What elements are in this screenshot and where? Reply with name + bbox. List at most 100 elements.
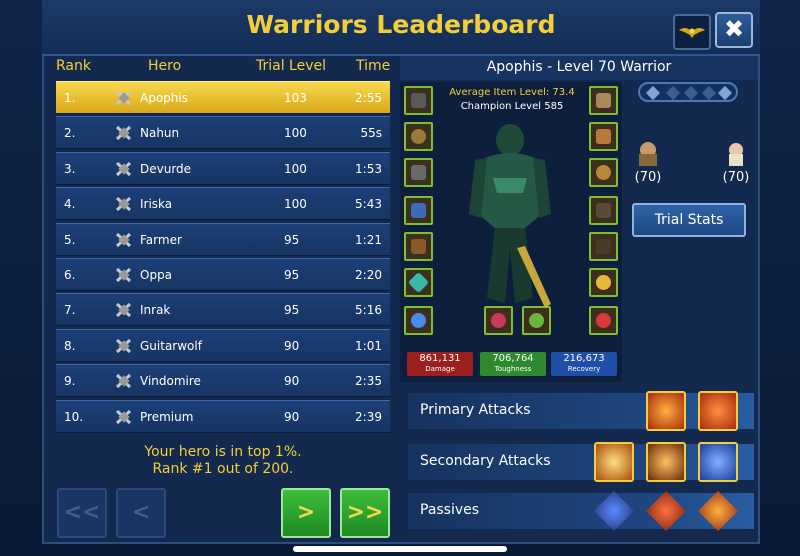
chest-slot[interactable] xyxy=(589,122,618,151)
warrior-class-icon xyxy=(115,197,132,212)
belt-slot[interactable] xyxy=(589,158,618,187)
gem-icon xyxy=(645,85,661,101)
recovery-value: 216,673 xyxy=(563,353,605,364)
leaderboard-row[interactable]: 7. Inrak 95 5:16 xyxy=(56,293,390,327)
leaderboard-row[interactable]: 8. Guitarwolf 90 1:01 xyxy=(56,328,390,362)
ally-2[interactable]: (70) xyxy=(716,140,756,185)
rank-summary: Your hero is in top 1%. Rank #1 out of 2… xyxy=(56,444,390,478)
leaderboard-row[interactable]: 5. Farmer 95 1:21 xyxy=(56,222,390,256)
fire-wave-icon[interactable] xyxy=(698,391,738,431)
toughness-stat: 706,764 Toughness xyxy=(480,352,546,376)
lightning-slash-icon[interactable] xyxy=(698,442,738,482)
row-rank: 2. xyxy=(64,126,76,141)
header-hero: Hero xyxy=(148,58,182,74)
row-rank: 10. xyxy=(64,409,84,424)
leaderboard-row[interactable]: 6. Oppa 95 2:20 xyxy=(56,258,390,291)
row-time: 1:53 xyxy=(355,161,382,176)
row-trial-level: 95 xyxy=(284,268,300,282)
fire-bombs-icon[interactable] xyxy=(594,442,634,482)
bracer-slot[interactable] xyxy=(404,196,433,225)
row-hero: Apophis xyxy=(140,91,188,105)
home-indicator[interactable] xyxy=(293,546,507,552)
row-hero: Farmer xyxy=(140,232,182,247)
leaderboard-row[interactable]: 4. Iriska 100 5:43 xyxy=(56,187,390,221)
ally-1-level: (70) xyxy=(634,170,662,185)
row-hero: Vindomire xyxy=(140,374,201,389)
fire-slash-icon[interactable] xyxy=(646,391,686,431)
page-title: Warriors Leaderboard xyxy=(246,10,556,39)
warrior-class-icon xyxy=(115,161,132,176)
row-hero: Iriska xyxy=(140,197,173,212)
row-hero: Guitarwolf xyxy=(140,338,202,353)
ring-slot-1[interactable] xyxy=(589,268,618,297)
ally-2-level: (70) xyxy=(722,170,750,185)
leaderboard-row[interactable]: 10. Premium 90 2:39 xyxy=(56,399,390,433)
ally-1[interactable]: (70) xyxy=(628,140,668,185)
row-rank: 1. xyxy=(64,91,76,105)
gloves-slot[interactable] xyxy=(404,232,433,261)
row-rank: 5. xyxy=(64,232,76,247)
recovery-label: Recovery xyxy=(567,365,601,373)
leaderboard-row[interactable]: 9. Vindomire 90 2:35 xyxy=(56,364,390,398)
row-trial-level: 95 xyxy=(284,303,300,318)
row-hero: Oppa xyxy=(140,268,173,282)
warrior-class-icon xyxy=(115,303,132,318)
warrior-class-icon xyxy=(115,374,132,389)
gem-slot[interactable] xyxy=(404,268,433,297)
gem-icon xyxy=(665,85,681,101)
leaderboard-row[interactable]: 2. Nahun 100 55s xyxy=(56,116,390,150)
leaderboard-row[interactable]: 3. Devurde 100 1:53 xyxy=(56,151,390,185)
row-rank: 8. xyxy=(64,338,76,353)
ally-healer-icon xyxy=(729,143,743,166)
gem-icon xyxy=(701,85,717,101)
damage-stat: 861,131 Damage xyxy=(407,352,473,376)
prev-page-button[interactable]: < xyxy=(116,488,166,538)
title-bar: Warriors Leaderboard xyxy=(42,0,760,56)
amulet-slot[interactable] xyxy=(404,122,433,151)
hero-portrait xyxy=(469,124,551,308)
row-rank: 4. xyxy=(64,197,76,212)
primary-attacks-label: Primary Attacks xyxy=(420,402,531,418)
last-page-button[interactable]: >> xyxy=(340,488,390,538)
row-time: 2:39 xyxy=(355,409,382,424)
first-page-button[interactable]: << xyxy=(57,488,107,538)
helmet-slot[interactable] xyxy=(404,86,433,115)
header-time: Time xyxy=(356,58,391,74)
row-rank: 6. xyxy=(64,268,76,282)
weapon-slot[interactable] xyxy=(589,86,618,115)
secondary-attacks-label: Secondary Attacks xyxy=(420,453,551,469)
pet-gem-bar[interactable] xyxy=(638,82,738,102)
close-button[interactable]: ✖ xyxy=(715,12,753,48)
warrior-class-icon xyxy=(115,90,132,106)
row-rank: 3. xyxy=(64,161,76,176)
row-time: 1:01 xyxy=(355,338,382,353)
winged-emblem-icon xyxy=(679,28,705,38)
row-trial-level: 90 xyxy=(284,409,300,424)
ring-slot-2[interactable] xyxy=(589,306,618,335)
header-trial-level: Trial Level xyxy=(256,58,327,74)
warrior-class-icon xyxy=(115,232,132,247)
warrior-class-icon xyxy=(115,267,132,283)
flame-cleave-icon[interactable] xyxy=(646,442,686,482)
toughness-label: Toughness xyxy=(494,365,532,373)
shoulder-slot[interactable] xyxy=(404,158,433,187)
next-page-button[interactable]: > xyxy=(281,488,331,538)
rank-emblem-button[interactable] xyxy=(673,14,711,50)
warrior-class-icon xyxy=(115,126,132,141)
row-time: 5:16 xyxy=(355,303,382,318)
row-trial-level: 90 xyxy=(284,338,300,353)
champion-level: Champion Level 585 xyxy=(460,101,564,112)
leaderboard-row[interactable]: 1. Apophis 103 2:55 xyxy=(56,81,390,114)
row-rank: 7. xyxy=(64,303,76,318)
boots-slot[interactable] xyxy=(589,232,618,261)
trial-stats-button[interactable]: Trial Stats xyxy=(632,203,746,237)
row-hero: Devurde xyxy=(140,161,192,176)
hero-title: Apophis - Level 70 Warrior xyxy=(400,56,758,80)
orb-slot[interactable] xyxy=(404,306,433,335)
gem-icon xyxy=(717,85,733,101)
pants-slot[interactable] xyxy=(589,196,618,225)
header-rank: Rank xyxy=(56,58,91,74)
column-headers: Rank Hero Trial Level Time xyxy=(54,58,394,80)
row-hero: Premium xyxy=(140,409,194,424)
row-time: 5:43 xyxy=(355,197,382,212)
